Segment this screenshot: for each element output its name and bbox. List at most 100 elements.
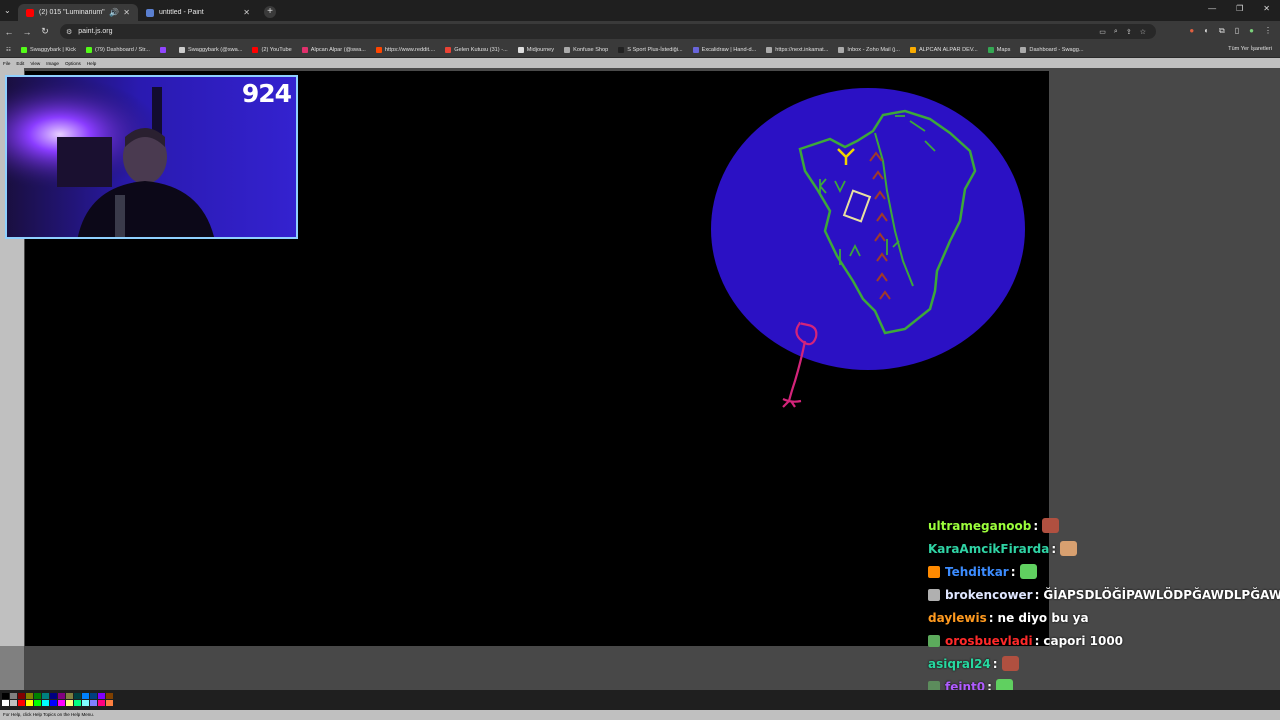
- tab-search-icon[interactable]: ⌄: [4, 6, 12, 15]
- chat-username: orosbuevladi: [945, 633, 1033, 648]
- bookmark-item[interactable]: Excalidraw | Hand-d...: [692, 46, 756, 53]
- paint-menu-help[interactable]: Help: [87, 61, 96, 66]
- install-icon[interactable]: ▭: [1099, 28, 1106, 36]
- paint-menu-options[interactable]: Options: [65, 61, 81, 66]
- color-swatch[interactable]: [18, 700, 25, 706]
- profile-avatar[interactable]: ●: [1249, 26, 1254, 36]
- apps-icon[interactable]: ☷: [6, 47, 11, 53]
- bookmark-favicon-icon: [301, 46, 308, 53]
- bookmark-item[interactable]: Alpcan Alpar (@swa...: [301, 46, 366, 53]
- bookmark-label: Maps: [996, 46, 1011, 53]
- browser-tab-bar: ⌄ (2) 015 "Luminarium" // 1 I 🔊 ✕ untitl…: [0, 0, 1280, 21]
- close-window-icon[interactable]: ✕: [1263, 4, 1270, 13]
- bookmark-label: Dashboard - Swagg...: [1029, 46, 1084, 53]
- tab-youtube[interactable]: (2) 015 "Luminarium" // 1 I 🔊 ✕: [18, 4, 138, 21]
- bookmark-item[interactable]: Dashboard - Swagg...: [1020, 46, 1084, 53]
- color-swatch[interactable]: [10, 693, 17, 699]
- color-swatch[interactable]: [26, 700, 33, 706]
- audio-icon[interactable]: 🔊: [109, 8, 119, 17]
- bookmark-item[interactable]: Inbox - Zoho Mail (j...: [838, 46, 900, 53]
- address-bar[interactable]: ⚙ paint.js.org ▭ ⌕ ⇪ ☆: [60, 24, 1156, 39]
- color-swatch[interactable]: [98, 700, 105, 706]
- color-swatch[interactable]: [18, 693, 25, 699]
- bookmark-item[interactable]: S Sport Plus-İstediği...: [618, 46, 683, 53]
- tab-paint[interactable]: untitled - Paint ✕: [138, 4, 258, 21]
- chat-emote-icon: [1019, 564, 1037, 579]
- color-swatch[interactable]: [66, 693, 73, 699]
- forward-icon[interactable]: →: [18, 27, 36, 37]
- paint-menu-file[interactable]: File: [3, 61, 10, 66]
- paint-menu-view[interactable]: View: [30, 61, 40, 66]
- new-tab-button[interactable]: +: [264, 5, 276, 18]
- bookmark-favicon-icon: [618, 46, 625, 53]
- bookmark-item[interactable]: https://next.inkamat...: [766, 46, 829, 53]
- bookmark-item[interactable]: Swaggybark | Kick: [21, 46, 76, 53]
- tab-title: (2) 015 "Luminarium" // 1 I: [39, 9, 105, 16]
- extension-icon[interactable]: ◐: [1204, 26, 1209, 36]
- bookmark-label: Konfuse Shop: [573, 46, 609, 53]
- color-swatch[interactable]: [42, 693, 49, 699]
- color-swatch[interactable]: [66, 700, 73, 706]
- sidebar-icon[interactable]: ▯: [1235, 26, 1239, 36]
- extension-icon[interactable]: ●: [1189, 26, 1194, 36]
- site-info-icon[interactable]: ⚙: [66, 28, 72, 36]
- minimize-icon[interactable]: —: [1208, 4, 1216, 13]
- bookmark-item[interactable]: https://www.reddit....: [375, 46, 435, 53]
- color-swatch[interactable]: [82, 693, 89, 699]
- bookmark-item[interactable]: Midjourney: [517, 46, 554, 53]
- color-swatch[interactable]: [106, 693, 113, 699]
- bookmark-item[interactable]: Maps: [987, 46, 1011, 53]
- color-swatch[interactable]: [2, 693, 9, 699]
- menu-icon[interactable]: ⋮: [1264, 26, 1272, 36]
- color-swatch[interactable]: [50, 693, 57, 699]
- bookmark-item[interactable]: (79) Dashboard / Str...: [85, 46, 150, 53]
- color-swatch[interactable]: [2, 700, 9, 706]
- color-swatch[interactable]: [74, 693, 81, 699]
- bookmark-label: Swaggybark | Kick: [30, 46, 76, 53]
- reload-icon[interactable]: ↻: [36, 26, 54, 37]
- bookmark-item[interactable]: [159, 46, 169, 53]
- color-swatch[interactable]: [106, 700, 113, 706]
- color-swatch[interactable]: [98, 693, 105, 699]
- back-icon[interactable]: ←: [0, 27, 18, 37]
- tab-close-icon[interactable]: ✕: [243, 8, 250, 17]
- chat-separator: :: [1051, 541, 1057, 556]
- youtube-favicon-icon: [26, 8, 34, 17]
- star-icon[interactable]: ☆: [1140, 28, 1146, 36]
- bookmark-item[interactable]: Konfuse Shop: [564, 46, 609, 53]
- paint-menu-image[interactable]: Image: [46, 61, 59, 66]
- maximize-icon[interactable]: ❐: [1236, 4, 1243, 13]
- color-swatch[interactable]: [34, 700, 41, 706]
- bookmark-label: Inbox - Zoho Mail (j...: [847, 46, 900, 53]
- color-swatch[interactable]: [58, 693, 65, 699]
- color-swatch[interactable]: [90, 700, 97, 706]
- bookmark-item[interactable]: Swaggybark (@swa...: [178, 46, 242, 53]
- color-swatch[interactable]: [90, 693, 97, 699]
- tab-close-icon[interactable]: ✕: [123, 8, 130, 17]
- bookmark-item[interactable]: Gelen Kutusu (31) -...: [445, 46, 508, 53]
- paint-menu-edit[interactable]: Edit: [16, 61, 24, 66]
- chat-emote-icon: [1001, 656, 1019, 671]
- color-swatch[interactable]: [82, 700, 89, 706]
- color-swatch[interactable]: [50, 700, 57, 706]
- color-swatch[interactable]: [10, 700, 17, 706]
- tab-title: untitled - Paint: [159, 9, 204, 16]
- color-swatch[interactable]: [74, 700, 81, 706]
- color-swatch[interactable]: [34, 693, 41, 699]
- chat-message: brokencower:ĞİAPSDLÖĞİPAWLÖDPĞAWDLPĞAWŞĞ…: [928, 583, 1280, 606]
- bookmark-label: https://next.inkamat...: [775, 46, 829, 53]
- share-icon[interactable]: ⇪: [1126, 28, 1132, 36]
- all-bookmarks-button[interactable]: Tüm Yer İşaretleri: [1228, 46, 1272, 52]
- chat-emote-icon: [1042, 518, 1060, 533]
- color-swatch[interactable]: [42, 700, 49, 706]
- color-swatch[interactable]: [26, 693, 33, 699]
- bookmark-favicon-icon: [909, 46, 916, 53]
- bookmark-item[interactable]: (2) YouTube: [252, 46, 292, 53]
- extensions-icon[interactable]: ⧉: [1219, 26, 1225, 36]
- chat-separator: :: [1033, 518, 1039, 533]
- zoom-icon[interactable]: ⌕: [1114, 28, 1118, 36]
- color-swatch[interactable]: [58, 700, 65, 706]
- bookmark-favicon-icon: [987, 46, 994, 53]
- bookmark-label: ALPCAN ALPAR DEV...: [918, 46, 978, 53]
- bookmark-item[interactable]: ALPCAN ALPAR DEV...: [909, 46, 978, 53]
